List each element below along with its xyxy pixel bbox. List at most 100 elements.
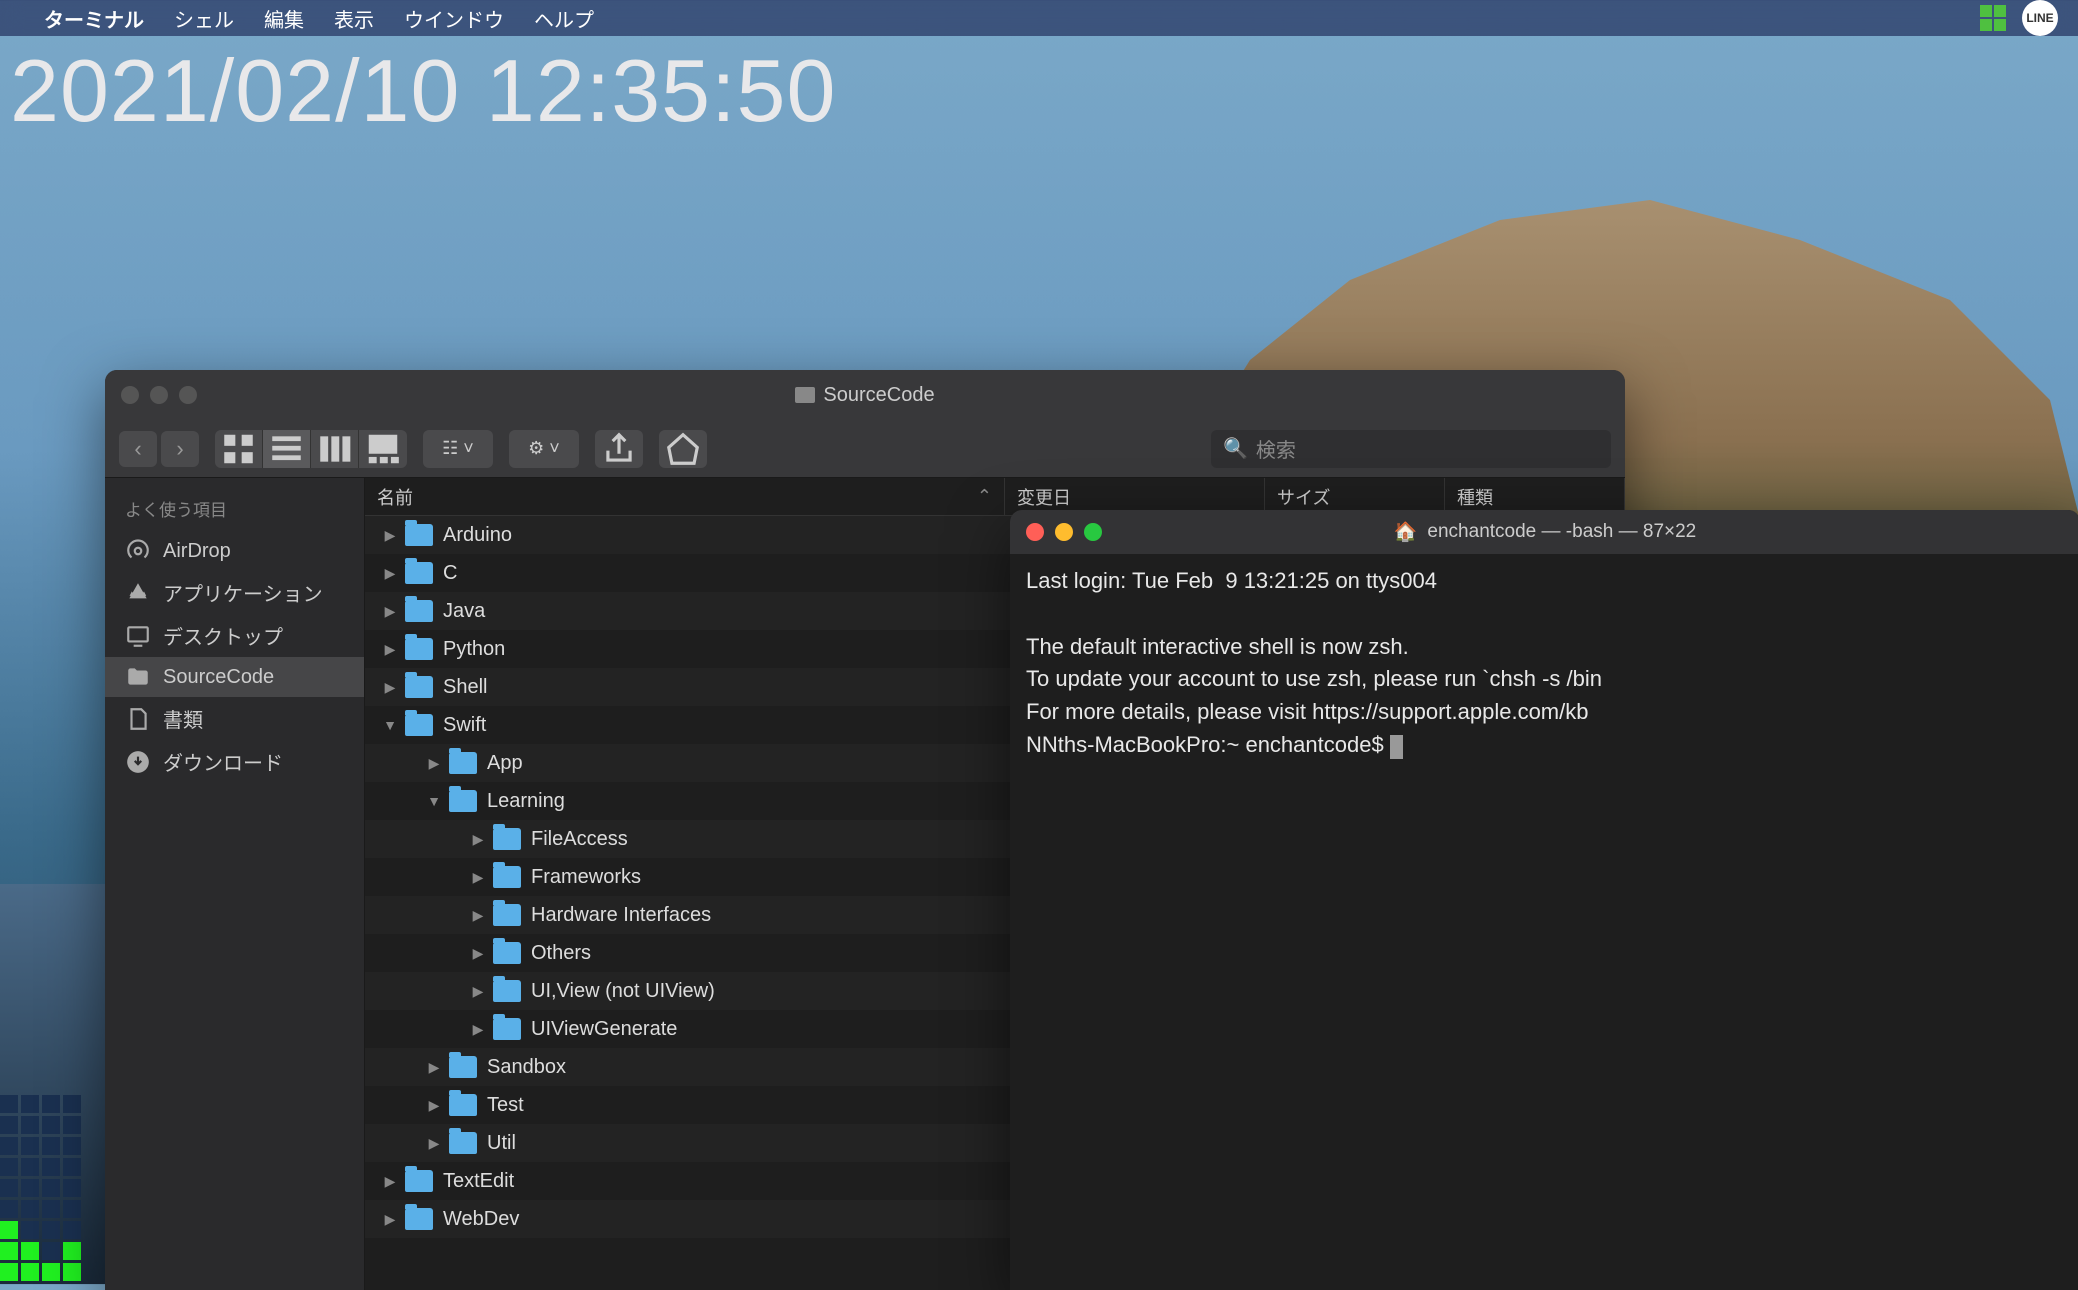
cpu-activity-widget [0, 1095, 81, 1284]
action-button[interactable]: ⚙ ˅ [509, 430, 579, 468]
disclosure-triangle-icon[interactable]: ▶ [425, 1135, 443, 1152]
disclosure-triangle-icon[interactable]: ▶ [469, 983, 487, 1000]
sidebar-item-書類[interactable]: 書類 [105, 697, 364, 740]
folder-icon [493, 980, 521, 1002]
disclosure-triangle-icon[interactable]: ▶ [381, 603, 399, 620]
folder-icon [493, 866, 521, 888]
list-view-button[interactable] [263, 430, 311, 468]
folder-icon [449, 1132, 477, 1154]
terminal-titlebar[interactable]: 🏠 enchantcode — -bash — 87×22 [1010, 510, 2078, 554]
sidebar-item-label: デスクトップ [163, 621, 283, 650]
disclosure-triangle-icon[interactable]: ▶ [425, 1059, 443, 1076]
disclosure-triangle-icon[interactable]: ▶ [381, 565, 399, 582]
terminal-content[interactable]: Last login: Tue Feb 9 13:21:25 on ttys00… [1010, 554, 2078, 775]
folder-icon [405, 676, 433, 698]
folder-icon [405, 562, 433, 584]
disclosure-triangle-icon[interactable]: ▶ [469, 869, 487, 886]
folder-icon [405, 714, 433, 736]
sidebar-item-label: AirDrop [163, 540, 231, 563]
folder-icon [449, 752, 477, 774]
menu-edit[interactable]: 編集 [264, 4, 304, 33]
airdrop-icon [125, 538, 151, 564]
menu-help[interactable]: ヘルプ [534, 4, 594, 33]
desktop-clock: 2021/02/10 12:35:50 [10, 40, 836, 142]
folder-icon [405, 1208, 433, 1230]
folder-icon [405, 638, 433, 660]
minimize-button[interactable] [1055, 523, 1073, 541]
zoom-button[interactable] [179, 386, 197, 404]
menu-window[interactable]: ウインドウ [404, 4, 504, 33]
menu-app[interactable]: ターミナル [44, 4, 144, 33]
finder-title: SourceCode [823, 384, 934, 407]
back-button[interactable]: ‹ [119, 431, 157, 467]
sidebar-item-label: ダウンロード [163, 747, 283, 776]
search-icon: 🔍 [1223, 436, 1248, 461]
disclosure-triangle-icon[interactable]: ▼ [381, 717, 399, 733]
folder-icon [493, 942, 521, 964]
disclosure-triangle-icon[interactable]: ▶ [381, 641, 399, 658]
search-field[interactable]: 🔍 検索 [1211, 430, 1611, 468]
gallery-view-button[interactable] [359, 430, 407, 468]
sidebar-item-アプリケーション[interactable]: アプリケーション [105, 571, 364, 614]
disclosure-triangle-icon[interactable]: ▶ [469, 945, 487, 962]
folder-icon [405, 1170, 433, 1192]
apps-icon [125, 580, 151, 606]
home-icon: 🏠 [1394, 520, 1418, 544]
finder-sidebar: よく使う項目 AirDrop アプリケーションデスクトップ SourceCode 書類… [105, 478, 365, 1290]
activity-monitor-icon[interactable] [1980, 5, 2006, 31]
menubar: ターミナル シェル 編集 表示 ウインドウ ヘルプ LINE [0, 0, 2078, 36]
folder-icon [405, 600, 433, 622]
disclosure-triangle-icon[interactable]: ▶ [381, 1211, 399, 1228]
sidebar-item-デスクトップ[interactable]: デスクトップ [105, 614, 364, 657]
finder-toolbar: ‹ › ☷ ˅ ⚙ ˅ 🔍 検索 [105, 420, 1625, 478]
doc-icon [125, 706, 151, 732]
folder-icon [493, 1018, 521, 1040]
view-mode-selector [215, 430, 407, 468]
folder-icon [405, 524, 433, 546]
tags-button[interactable] [659, 430, 707, 468]
sidebar-item-label: 書類 [163, 704, 203, 733]
column-view-button[interactable] [311, 430, 359, 468]
folder-icon [449, 1094, 477, 1116]
arrange-button[interactable]: ☷ ˅ [423, 430, 493, 468]
zoom-button[interactable] [1084, 523, 1102, 541]
download-icon [125, 749, 151, 775]
line-app-icon[interactable]: LINE [2022, 0, 2058, 36]
folder-icon [493, 828, 521, 850]
disclosure-triangle-icon[interactable]: ▶ [469, 907, 487, 924]
terminal-window: 🏠 enchantcode — -bash — 87×22 Last login… [1010, 510, 2078, 1290]
disclosure-triangle-icon[interactable]: ▶ [381, 679, 399, 696]
sidebar-item-airdrop[interactable]: AirDrop [105, 531, 364, 571]
sidebar-item-sourcecode[interactable]: SourceCode [105, 657, 364, 697]
menu-shell[interactable]: シェル [174, 4, 234, 33]
minimize-button[interactable] [150, 386, 168, 404]
column-name[interactable]: 名前⌃ [365, 478, 1005, 515]
close-button[interactable] [1026, 523, 1044, 541]
search-placeholder: 検索 [1256, 434, 1296, 463]
forward-button[interactable]: › [161, 431, 199, 467]
menu-view[interactable]: 表示 [334, 4, 374, 33]
disclosure-triangle-icon[interactable]: ▶ [425, 1097, 443, 1114]
disclosure-triangle-icon[interactable]: ▶ [381, 1173, 399, 1190]
folder-icon [125, 664, 151, 690]
folder-icon [795, 387, 815, 403]
sidebar-item-label: アプリケーション [163, 578, 323, 607]
sidebar-item-ダウンロード[interactable]: ダウンロード [105, 740, 364, 783]
terminal-title: enchantcode — -bash — 87×22 [1427, 521, 1696, 543]
sidebar-section-header: よく使う項目 [105, 492, 364, 531]
finder-titlebar[interactable]: SourceCode [105, 370, 1625, 420]
disclosure-triangle-icon[interactable]: ▶ [469, 831, 487, 848]
folder-icon [493, 904, 521, 926]
icon-view-button[interactable] [215, 430, 263, 468]
desktop-icon [125, 623, 151, 649]
disclosure-triangle-icon[interactable]: ▼ [425, 793, 443, 809]
folder-icon [449, 790, 477, 812]
disclosure-triangle-icon[interactable]: ▶ [425, 755, 443, 772]
disclosure-triangle-icon[interactable]: ▶ [469, 1021, 487, 1038]
close-button[interactable] [121, 386, 139, 404]
disclosure-triangle-icon[interactable]: ▶ [381, 527, 399, 544]
terminal-cursor [1390, 735, 1403, 759]
folder-icon [449, 1056, 477, 1078]
sidebar-item-label: SourceCode [163, 666, 274, 689]
share-button[interactable] [595, 430, 643, 468]
